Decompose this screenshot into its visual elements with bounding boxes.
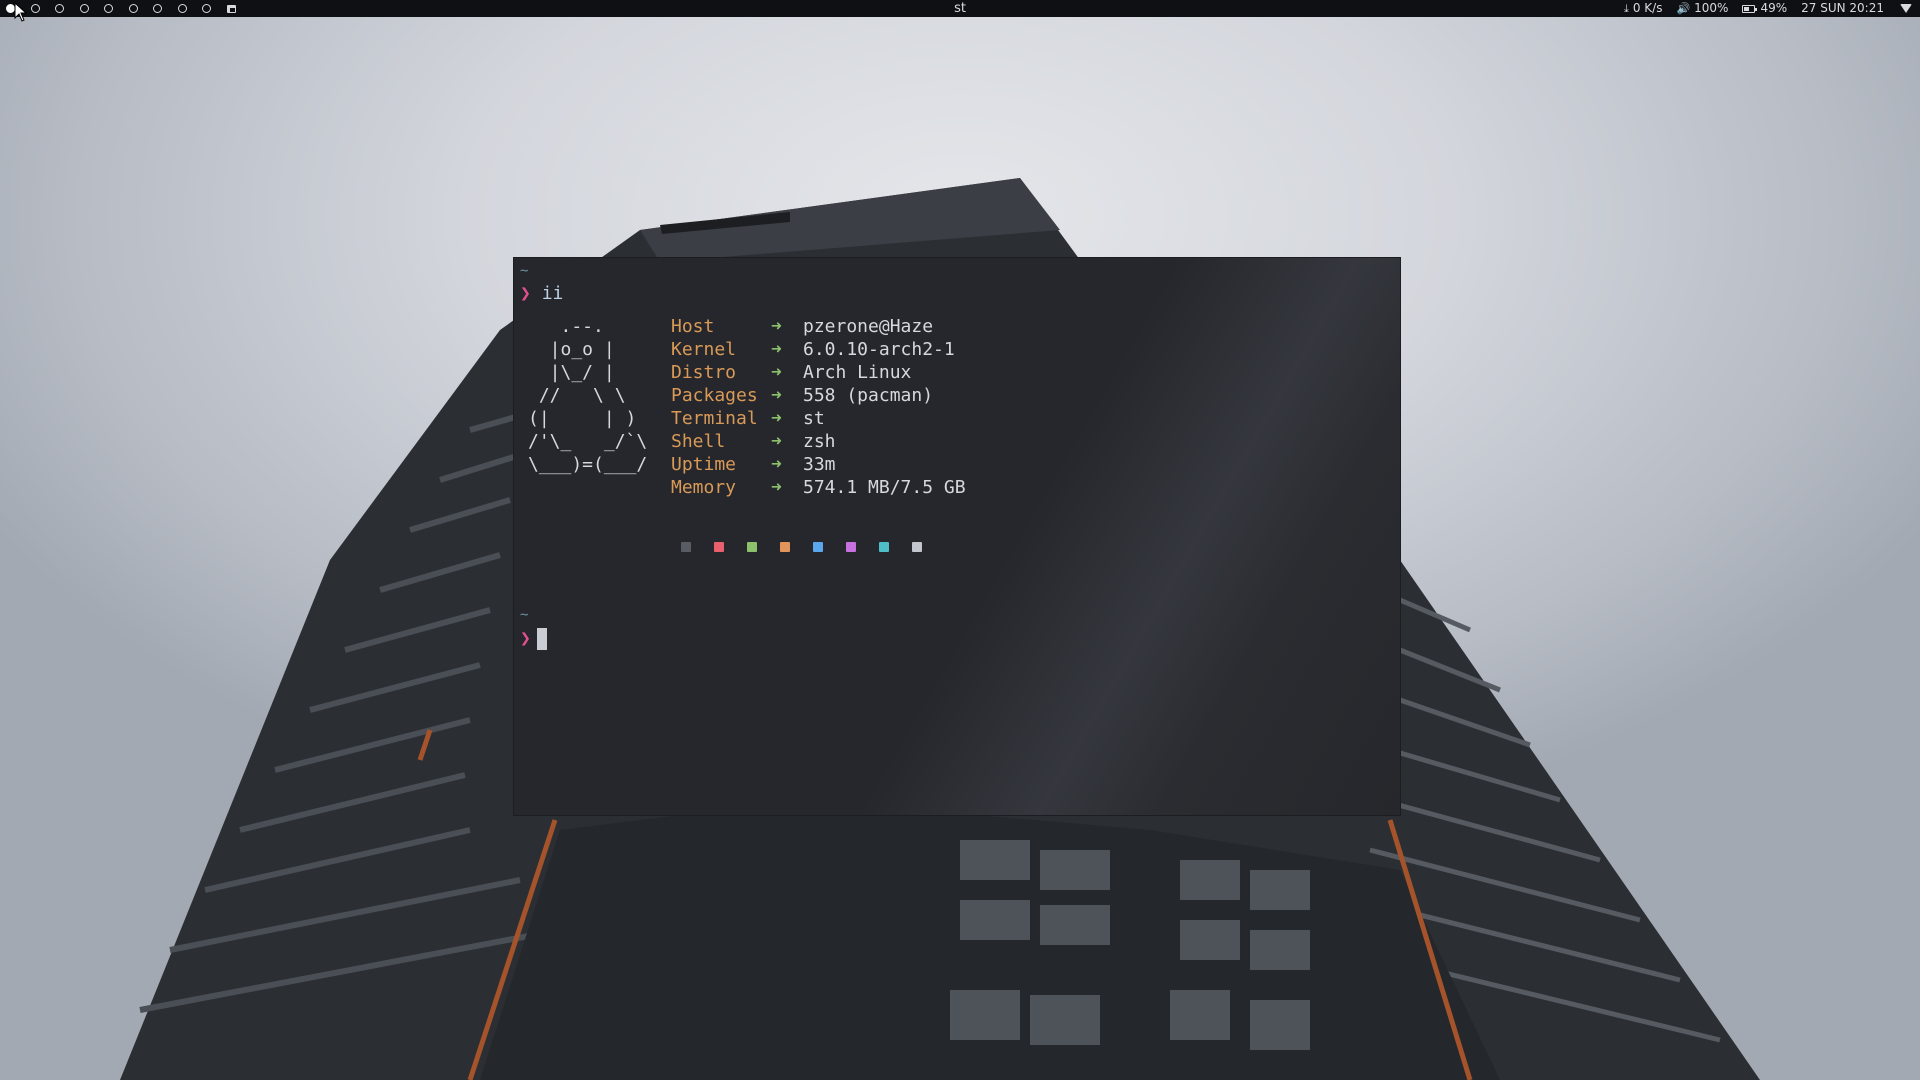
ascii-art-line: // \ \ bbox=[528, 385, 626, 406]
volume[interactable]: 🔊 100% bbox=[1676, 0, 1728, 17]
info-row-packages: Packages ➜ 558 (pacman) bbox=[671, 384, 933, 407]
prompt-symbol-2: ❯ bbox=[520, 628, 531, 649]
ascii-art-line: (| | ) bbox=[528, 408, 637, 429]
info-row-shell: Shell ➜ zsh bbox=[671, 430, 836, 453]
prompt-path-2: ~ bbox=[520, 607, 529, 623]
arrow-right-icon: ➜ bbox=[771, 408, 782, 429]
battery: 49% bbox=[1742, 0, 1787, 17]
active-prompt-line[interactable]: ❯ bbox=[520, 627, 547, 650]
info-row-terminal: Terminal ➜ st bbox=[671, 407, 825, 430]
info-key: Packages bbox=[671, 385, 758, 406]
info-value: 33m bbox=[803, 454, 836, 475]
info-row-host: Host ➜ pzerone@Haze bbox=[671, 315, 933, 338]
info-value: pzerone@Haze bbox=[803, 316, 934, 337]
info-value: Arch Linux bbox=[803, 362, 912, 383]
color-swatch-8 bbox=[912, 542, 922, 552]
system-status: ⤓ 0 K/s 🔊 100% 49% 27 SUN 20:21 bbox=[1610, 0, 1912, 17]
color-swatch-3 bbox=[747, 542, 757, 552]
info-key: Distro bbox=[671, 362, 737, 383]
network-speed-text: 0 K/s bbox=[1632, 1, 1663, 15]
info-value: zsh bbox=[803, 431, 836, 452]
color-swatch-1 bbox=[681, 542, 691, 552]
color-swatch-5 bbox=[813, 542, 823, 552]
arrow-right-icon: ➜ bbox=[771, 385, 782, 406]
arrow-right-icon: ➜ bbox=[771, 477, 782, 498]
info-value: st bbox=[803, 408, 825, 429]
prompt-path: ~ bbox=[520, 263, 529, 279]
arrow-right-icon: ➜ bbox=[771, 339, 782, 360]
color-palette bbox=[681, 542, 945, 552]
color-swatch-2 bbox=[714, 542, 724, 552]
info-row-memory: Memory ➜ 574.1 MB/7.5 GB bbox=[671, 476, 966, 499]
volume-text: 100% bbox=[1694, 1, 1729, 15]
info-key: Uptime bbox=[671, 454, 737, 475]
clock: 27 SUN 20:21 bbox=[1801, 0, 1884, 17]
arrow-right-icon: ➜ bbox=[771, 362, 782, 383]
info-key: Kernel bbox=[671, 339, 737, 360]
ascii-art-line: |\_/ | bbox=[528, 362, 615, 383]
ascii-art-line: |o_o | bbox=[528, 339, 615, 360]
text-cursor bbox=[536, 628, 547, 650]
info-value: 558 (pacman) bbox=[803, 385, 934, 406]
ascii-art-line: /'\_ _/`\ bbox=[528, 431, 648, 452]
battery-icon bbox=[1742, 4, 1758, 13]
info-value: 6.0.10-arch2-1 bbox=[803, 339, 955, 360]
arrow-right-icon: ➜ bbox=[771, 316, 782, 337]
info-key: Host bbox=[671, 316, 715, 337]
mouse-pointer-icon bbox=[14, 2, 28, 22]
clock-text: 27 SUN 20:21 bbox=[1801, 1, 1884, 15]
battery-text: 49% bbox=[1760, 1, 1788, 15]
wifi-icon[interactable] bbox=[1900, 4, 1912, 13]
terminal-window[interactable]: ~ ❯ ii .--. |o_o | |\_/ | // \ \ (| | )/'… bbox=[514, 258, 1400, 815]
color-swatch-7 bbox=[879, 542, 889, 552]
prompt-symbol: ❯ bbox=[520, 283, 531, 304]
info-row-kernel: Kernel ➜ 6.0.10-arch2-1 bbox=[671, 338, 955, 361]
ascii-art-line: \___)=(___/ bbox=[528, 454, 648, 475]
top-status-bar: st ⤓ 0 K/s 🔊 100% 49% 27 SUN 20:21 bbox=[0, 0, 1920, 17]
info-row-uptime: Uptime ➜ 33m bbox=[671, 453, 836, 476]
download-icon: ⤓ bbox=[1623, 2, 1629, 15]
network-speed: ⤓ 0 K/s bbox=[1624, 0, 1663, 17]
command-text: ii bbox=[541, 283, 564, 304]
arrow-right-icon: ➜ bbox=[771, 454, 782, 475]
info-row-distro: Distro ➜ Arch Linux bbox=[671, 361, 911, 384]
info-key: Shell bbox=[671, 431, 726, 452]
info-key: Terminal bbox=[671, 408, 758, 429]
color-swatch-6 bbox=[846, 542, 856, 552]
info-value: 574.1 MB/7.5 GB bbox=[803, 477, 966, 498]
info-key: Memory bbox=[671, 477, 737, 498]
speaker-icon: 🔊 bbox=[1676, 2, 1691, 15]
ascii-art-line: .--. bbox=[528, 316, 604, 337]
color-swatch-4 bbox=[780, 542, 790, 552]
command-line: ❯ ii bbox=[520, 282, 563, 305]
arrow-right-icon: ➜ bbox=[771, 431, 782, 452]
